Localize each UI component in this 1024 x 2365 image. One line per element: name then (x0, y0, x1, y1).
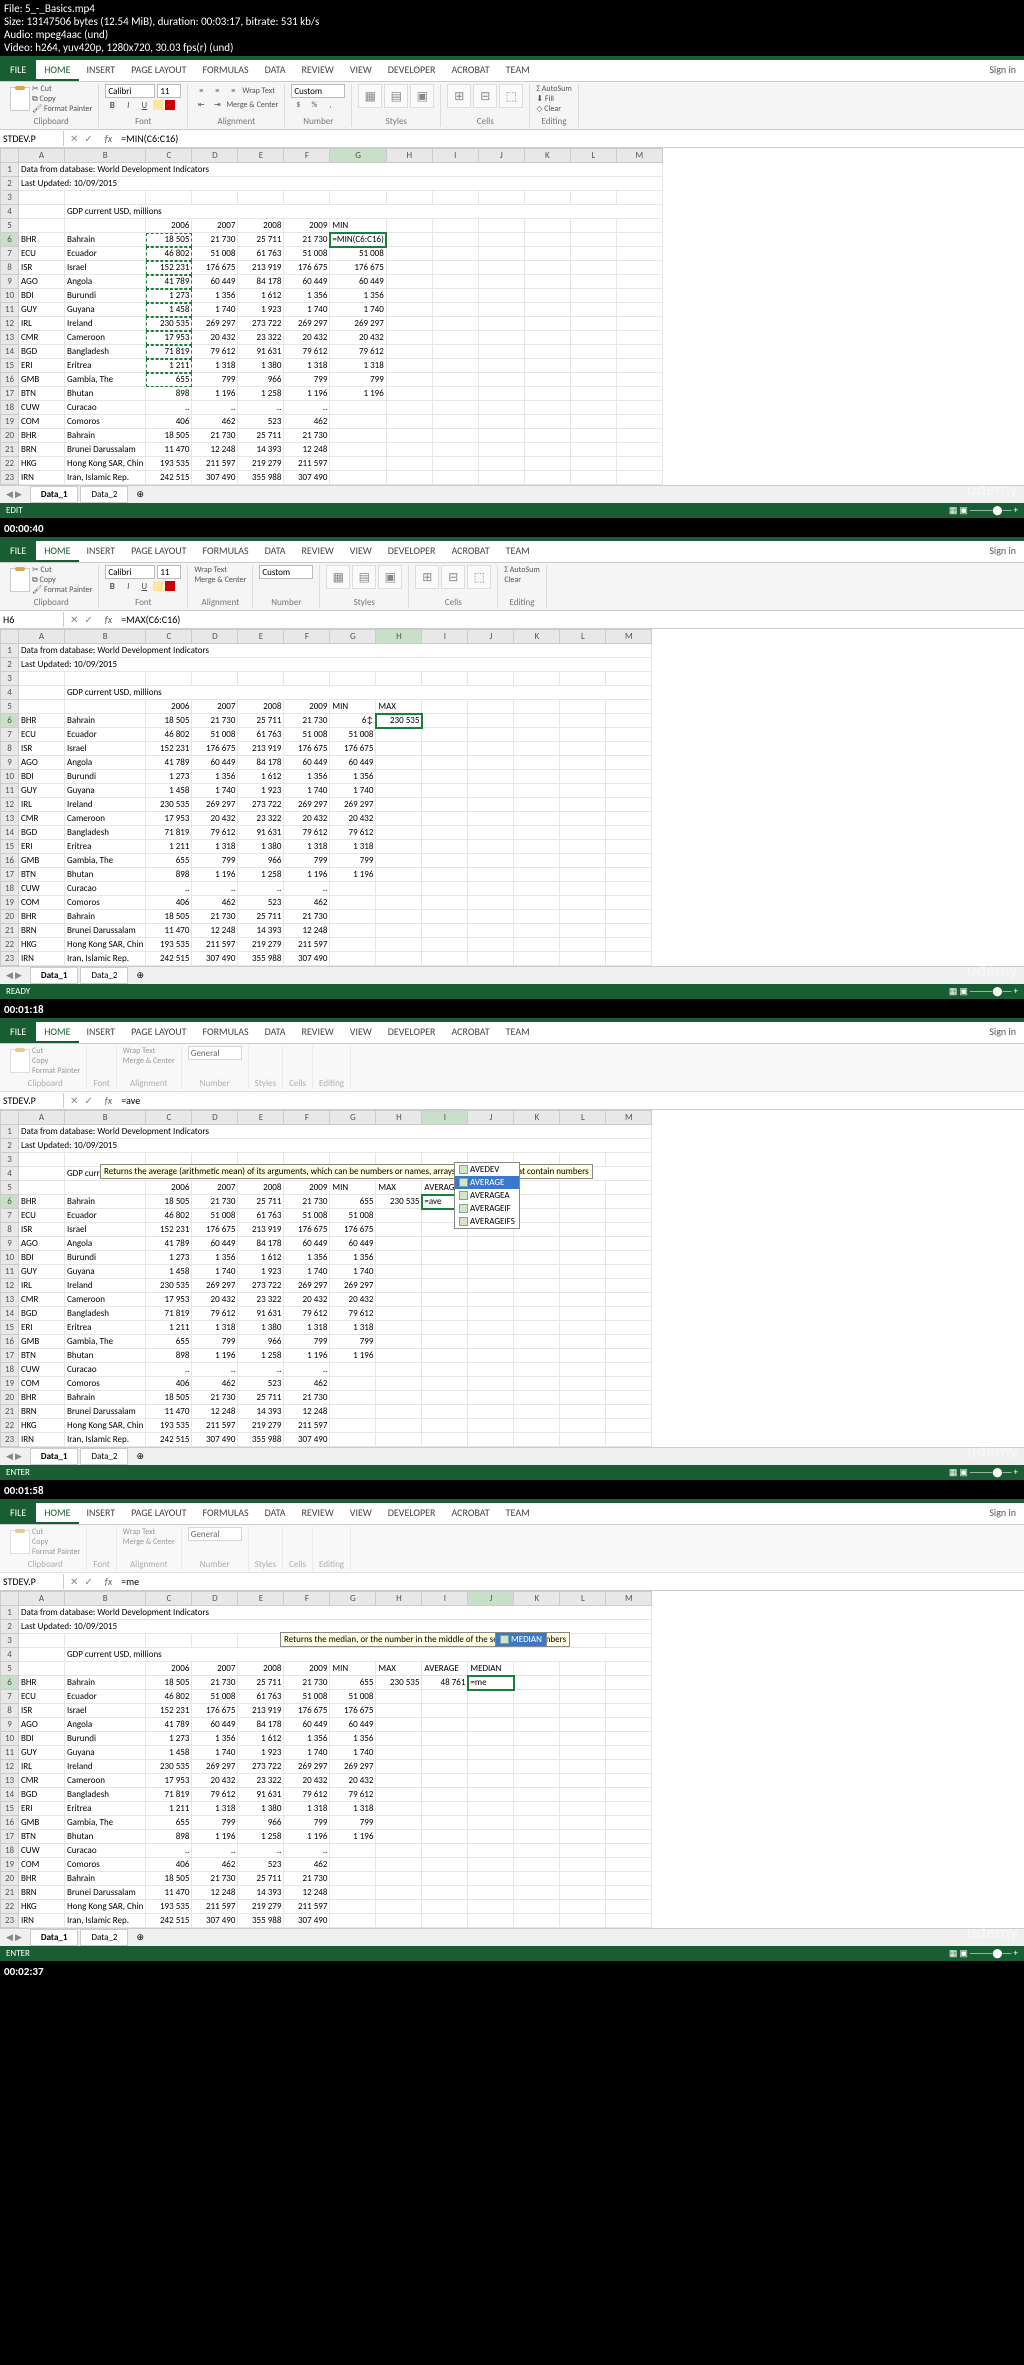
ribbon-tabs: FILE HOME INSERT PAGE LAYOUT FORMULAS DA… (0, 60, 1024, 82)
excel-frame-3: FILE HOME INSERTPAGE LAYOUTFORMULASDATAR… (0, 1018, 1024, 1480)
tab-data[interactable]: DATA (257, 60, 294, 81)
tab-review[interactable]: REVIEW (293, 60, 341, 81)
merge-center-btn[interactable]: Merge & Center (226, 100, 278, 110)
cell-styles-icon[interactable]: ▣ (410, 84, 434, 108)
tab-home[interactable]: HOME (36, 541, 78, 562)
video-metadata: File: 5_-_Basics.mp4 Size: 13147506 byte… (0, 0, 1024, 56)
excel-frame-1: FILE HOME INSERT PAGE LAYOUT FORMULAS DA… (0, 56, 1024, 518)
format-painter-btn[interactable]: 🖌 Format Painter (32, 104, 92, 114)
fill-btn[interactable]: ⬇ Fill (536, 94, 571, 104)
format-table-icon[interactable]: ▤ (384, 84, 408, 108)
currency-icon[interactable]: $ (291, 98, 305, 112)
name-box[interactable] (0, 1574, 64, 1589)
cancel-formula-icon[interactable]: ✕ (70, 132, 78, 145)
size-line: Size: 13147506 bytes (12.54 MiB), durati… (4, 15, 1020, 28)
cond-format-icon[interactable]: ▦ (358, 84, 382, 108)
fx-icon[interactable]: fx (99, 132, 118, 145)
clear-btn[interactable]: ◇ Clear (536, 104, 571, 114)
timestamp-1: 00:00:40 (0, 520, 1024, 537)
worksheet-grid[interactable]: ABCDEFGHIJKLM1Data from database: World … (0, 1110, 652, 1447)
worksheet-grid[interactable]: ABCDEFGHIJKLM1Data from database: World … (0, 629, 652, 966)
formula-autocomplete[interactable]: MEDIAN (495, 1632, 547, 1647)
name-box[interactable] (0, 612, 64, 627)
file-tab[interactable]: FILE (0, 541, 36, 562)
delete-cells-icon[interactable]: ⊟ (473, 84, 497, 108)
formula-bar[interactable] (118, 131, 1024, 146)
indent-dec-icon[interactable]: ⇤ (194, 98, 208, 112)
file-line: File: 5_-_Basics.mp4 (4, 2, 1020, 15)
font-color-btn[interactable] (165, 100, 175, 110)
indent-inc-icon[interactable]: ⇥ (210, 98, 224, 112)
excel-frame-4: FILE HOME INSERTPAGE LAYOUTFORMULASDATAR… (0, 1499, 1024, 1961)
insert-cells-icon[interactable]: ⊞ (447, 84, 471, 108)
tab-home[interactable]: HOME (36, 60, 78, 81)
paste-icon[interactable] (10, 87, 30, 111)
video-line: Video: h264, yuv420p, 1280x720, 30.03 fp… (4, 41, 1020, 54)
number-format-select[interactable] (291, 84, 345, 98)
tab-view[interactable]: VIEW (342, 60, 380, 81)
formula-bar[interactable] (118, 1574, 1024, 1589)
align-center-icon[interactable]: ≡ (210, 84, 224, 98)
name-box[interactable] (0, 131, 64, 146)
excel-frame-2: FILE HOME INSERT PAGE LAYOUT FORMULAS DA… (0, 537, 1024, 999)
underline-btn[interactable]: U (137, 98, 151, 112)
autosum-btn[interactable]: Σ AutoSum (536, 84, 571, 94)
tab-team[interactable]: TEAM (498, 60, 538, 81)
timestamp-3: 00:01:58 (0, 1482, 1024, 1499)
formula-autocomplete[interactable]: AVEDEV AVERAGE AVERAGEA AVERAGEIF AVERAG… (454, 1162, 520, 1229)
fill-color-btn[interactable] (153, 100, 163, 110)
file-tab[interactable]: FILE (0, 60, 36, 81)
italic-btn[interactable]: I (121, 98, 135, 112)
font-name-select[interactable] (105, 84, 155, 98)
wrap-text-btn[interactable]: Wrap Text (242, 86, 275, 96)
formula-bar[interactable] (118, 612, 1024, 627)
copy-btn[interactable]: ⧉ Copy (32, 94, 92, 104)
tab-acrobat[interactable]: ACROBAT (443, 60, 497, 81)
sheet-tab-2[interactable]: Data_2 (80, 486, 128, 503)
status-mode: EDIT (6, 505, 23, 516)
ribbon: ✂ Cut ⧉ Copy 🖌 Format Painter Clipboard … (0, 82, 1024, 130)
comma-icon[interactable]: , (323, 98, 337, 112)
align-right-icon[interactable]: ≡ (226, 84, 240, 98)
worksheet-grid[interactable]: ABCDEFGHIJKLM1Data from database: World … (0, 148, 663, 485)
timestamp-4: 00:02:37 (0, 1963, 1024, 1980)
sheet-tab-1[interactable]: Data_1 (30, 486, 79, 503)
timestamp-2: 00:01:18 (0, 1001, 1024, 1018)
cut-btn[interactable]: ✂ Cut (32, 84, 92, 94)
new-sheet-icon[interactable]: ⊕ (128, 489, 152, 500)
bold-btn[interactable]: B (105, 98, 119, 112)
format-cells-icon[interactable]: ⬚ (499, 84, 523, 108)
tab-insert[interactable]: INSERT (79, 60, 124, 81)
align-left-icon[interactable]: ≡ (194, 84, 208, 98)
tab-pagelayout[interactable]: PAGE LAYOUT (123, 60, 194, 81)
signin-link[interactable]: Sign in (981, 60, 1024, 81)
audio-line: Audio: mpeg4aac (und) (4, 28, 1020, 41)
tab-developer[interactable]: DEVELOPER (380, 60, 444, 81)
accept-formula-icon[interactable]: ✓ (84, 132, 92, 145)
font-size-select[interactable] (157, 84, 181, 98)
tab-formulas[interactable]: FORMULAS (194, 60, 256, 81)
formula-bar[interactable] (118, 1093, 1024, 1108)
percent-icon[interactable]: % (307, 98, 321, 112)
paste-icon[interactable] (10, 568, 30, 592)
name-box[interactable] (0, 1093, 64, 1108)
